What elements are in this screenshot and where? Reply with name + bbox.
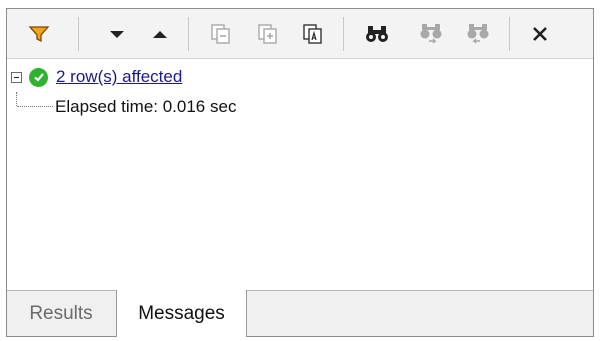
elapsed-time-text: Elapsed time: 0.016 sec [55,97,237,116]
tab-bar: Results Messages [7,290,593,337]
copy-all-icon[interactable] [300,21,326,47]
toolbar-separator [188,17,189,51]
toolbar [7,9,593,59]
close-icon[interactable] [527,21,553,47]
tree-connector [17,106,53,107]
tab-messages[interactable]: Messages [116,290,247,337]
success-check-icon [29,67,48,87]
toolbar-separator [343,17,344,51]
find-icon[interactable] [364,21,390,47]
toolbar-separator [509,17,510,51]
toolbar-separator [78,17,79,51]
minus-icon [14,76,19,78]
message-summary-row: 2 row(s) affected [11,67,182,87]
tree-connector [16,92,17,106]
messages-pane: 2 row(s) affected Elapsed time: 0.016 se… [7,60,593,290]
next-arrow-icon[interactable] [104,21,130,47]
copy-row-icon[interactable] [255,21,281,47]
find-next-icon[interactable] [418,21,444,47]
find-previous-icon[interactable] [465,21,491,47]
rows-affected-link[interactable]: 2 row(s) affected [56,67,182,87]
tab-results[interactable]: Results [13,291,109,337]
previous-arrow-icon[interactable] [147,21,173,47]
output-panel: 2 row(s) affected Elapsed time: 0.016 se… [6,8,594,337]
filter-icon[interactable] [26,21,52,47]
copy-cell-icon[interactable] [208,21,234,47]
collapse-toggle[interactable] [11,71,22,83]
